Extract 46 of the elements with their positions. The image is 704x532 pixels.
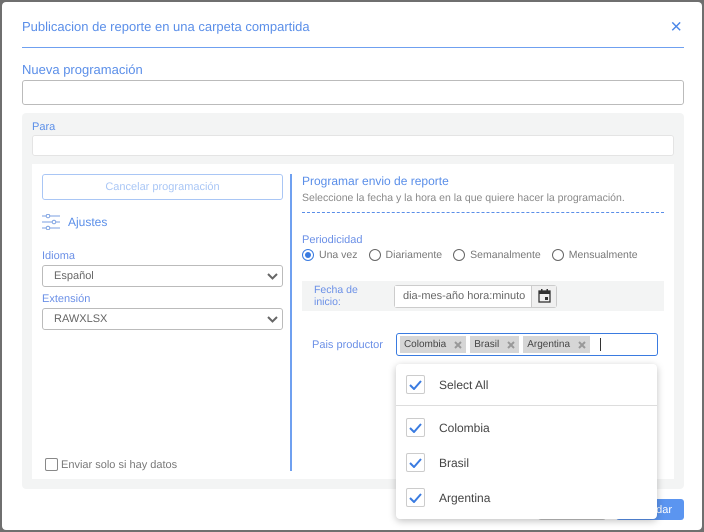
chevron-down-icon bbox=[267, 272, 278, 280]
radio-label: Una vez bbox=[319, 249, 358, 261]
dropdown-option[interactable]: Brasil bbox=[396, 445, 657, 480]
checkmark-icon bbox=[409, 458, 422, 468]
chevron-down-icon bbox=[267, 316, 278, 322]
dropdown-option[interactable]: Argentina bbox=[396, 480, 657, 515]
dropdown-option[interactable]: Colombia bbox=[396, 410, 657, 445]
select-all-option[interactable]: Select All bbox=[396, 364, 657, 406]
checkbox[interactable] bbox=[406, 488, 425, 507]
dialog-title: Publicacion de reporte en una carpeta compartida bbox=[22, 19, 310, 34]
close-button[interactable]: × bbox=[668, 16, 684, 36]
checkbox[interactable] bbox=[45, 458, 58, 471]
field-label: Para bbox=[32, 121, 56, 133]
recipient-input[interactable] bbox=[32, 135, 674, 156]
radio-button[interactable] bbox=[453, 249, 466, 261]
checkmark-icon bbox=[409, 380, 422, 390]
field-label: Nueva programación bbox=[22, 62, 144, 77]
field-label: Periodicidad bbox=[302, 234, 364, 246]
checkmark-icon bbox=[409, 422, 422, 432]
field-label: Fecha de inicio: bbox=[314, 284, 359, 308]
radio-button[interactable] bbox=[552, 249, 564, 261]
radio-label: Semanalmente bbox=[470, 249, 541, 261]
checkbox-label: Enviar solo si hay datos bbox=[61, 458, 178, 470]
radio-label: Diariamente bbox=[386, 249, 442, 261]
field-label: Idioma bbox=[42, 250, 76, 262]
radio-button[interactable] bbox=[368, 249, 381, 261]
field-label: Extensión bbox=[42, 293, 92, 305]
field-label: Pais productor bbox=[312, 338, 383, 351]
text-cursor bbox=[600, 338, 602, 352]
section-hint: Seleccione la fecha y la hora en la que quiere hacer la programación. bbox=[302, 192, 626, 204]
button-label: dar bbox=[656, 504, 672, 516]
name-input[interactable] bbox=[22, 80, 684, 105]
country-tag: Argentina bbox=[523, 336, 590, 354]
radio-button[interactable] bbox=[302, 249, 314, 261]
checkmark-icon bbox=[409, 492, 422, 502]
radio-label: Mensualmente bbox=[568, 249, 638, 261]
section-heading: Programar envio de reporte bbox=[302, 174, 450, 188]
checkbox[interactable] bbox=[406, 453, 425, 472]
country-tag: Colombia bbox=[400, 336, 466, 354]
sliders-icon bbox=[42, 214, 60, 230]
dropdown-select[interactable]: RAWXLSX bbox=[42, 308, 283, 330]
checkbox[interactable] bbox=[406, 375, 425, 394]
checkbox[interactable] bbox=[406, 418, 425, 437]
settings-label: Ajustes bbox=[68, 215, 108, 229]
country-tag: Brasil bbox=[470, 336, 520, 354]
dropdown-select[interactable]: Español bbox=[42, 265, 283, 287]
